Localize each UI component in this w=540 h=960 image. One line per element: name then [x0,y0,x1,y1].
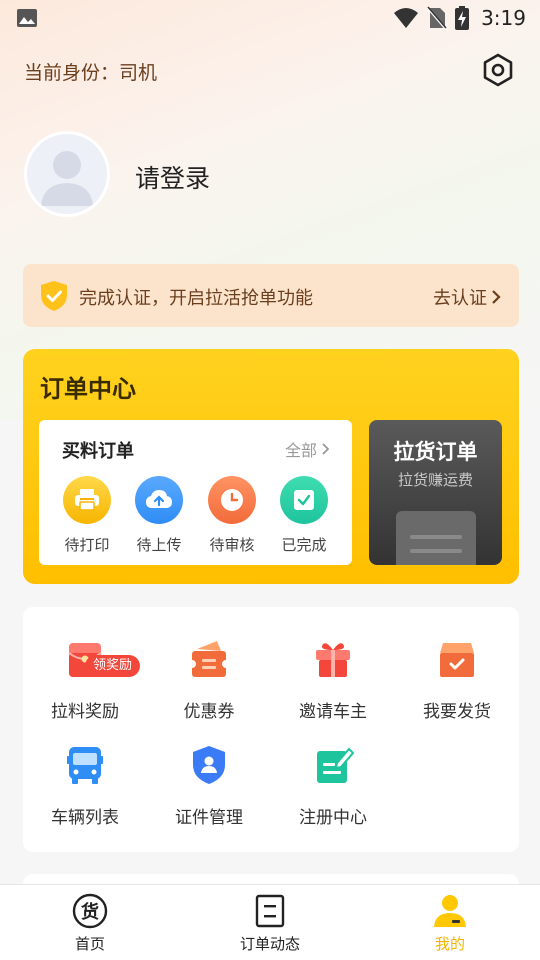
current-identity: 当前身份：司机 [24,62,158,84]
service-label: 我要发货 [423,702,491,722]
service-registration-center[interactable]: 注册中心 [271,743,395,828]
service-label: 证件管理 [175,808,243,828]
status-label: 待审核 [209,536,255,554]
login-prompt[interactable]: 请登录 [135,159,210,195]
tab-mine[interactable]: 我的 [390,893,510,954]
services-grid: 拉料奖励 领奖励 优惠券 邀请车主 我要发货 车辆列表 证件管理 注册中心 [23,607,519,852]
service-label: 优惠券 [183,702,235,722]
service-pull-reward[interactable]: 拉料奖励 领奖励 [23,637,147,722]
service-coupon[interactable]: 优惠券 [147,637,271,722]
tab-label: 我的 [434,935,465,953]
cloud-upload-icon [135,476,183,524]
order-list-icon [250,893,290,929]
avatar[interactable] [24,131,110,217]
haul-orders-card[interactable]: 拉货订单 拉货赚运费 [369,420,502,565]
service-label: 注册中心 [299,808,367,828]
service-document-management[interactable]: 证件管理 [147,743,271,828]
user-icon [430,893,470,929]
tab-label: 首页 [74,935,105,953]
go-certify-label: 去认证 [433,288,487,309]
status-pending-review[interactable]: 待审核 [200,476,264,555]
status-bar: 3:19 [0,0,540,36]
svg-text:货: 货 [81,901,99,923]
order-center-card: 订单中心 买料订单 全部 待打印 待上传 待审核 已完成 拉货订单 拉货赚运费 [23,349,519,584]
all-link-label: 全部 [284,441,317,460]
home-logo-icon: 货 [70,893,110,929]
status-pending-upload[interactable]: 待上传 [127,476,191,555]
wifi-icon [394,8,419,28]
clock: 3:19 [481,6,526,30]
tab-label: 订单动态 [239,935,300,953]
status-label: 待上传 [136,536,182,554]
status-pending-print[interactable]: 待打印 [55,476,119,555]
service-vehicle-list[interactable]: 车辆列表 [23,743,147,828]
service-invite-owner[interactable]: 邀请车主 [271,637,395,722]
material-orders-card: 买料订单 全部 待打印 待上传 待审核 已完成 [39,420,352,565]
edit-note-icon [311,743,355,787]
clock-icon [208,476,256,524]
no-sim-icon [427,6,448,30]
material-orders-all-link[interactable]: 全部 [285,437,330,461]
chevron-right-icon [492,290,501,304]
service-ship-goods[interactable]: 我要发货 [395,637,519,722]
default-avatar-icon [41,151,93,206]
check-icon [280,476,328,524]
gallery-notification-icon [17,9,37,27]
material-orders-title: 买料订单 [62,441,134,462]
battery-charging-icon [455,6,470,30]
status-completed[interactable]: 已完成 [272,476,336,555]
certification-banner[interactable]: 完成认证，开启拉活抢单功能 去认证 [23,264,519,327]
status-label: 已完成 [281,536,327,554]
tab-home[interactable]: 货 首页 [30,893,150,954]
tab-order-updates[interactable]: 订单动态 [210,893,330,954]
settings-icon[interactable] [480,52,516,88]
service-label: 拉料奖励 [51,702,119,722]
verified-shield-icon [41,281,67,311]
package-icon [435,637,479,681]
gift-icon [311,637,355,681]
coupon-icon [187,637,231,681]
id-shield-icon [187,743,231,787]
status-label: 待打印 [64,536,110,554]
service-label: 邀请车主 [299,702,367,722]
bus-icon [63,743,107,787]
go-certify-link[interactable]: 去认证 [433,284,501,310]
reward-badge: 领奖励 [85,655,141,677]
chevron-right-icon [322,443,330,455]
haul-orders-title: 拉货订单 [393,440,478,464]
certification-message: 完成认证，开启拉活抢单功能 [79,288,313,309]
service-label: 车辆列表 [51,808,119,828]
haul-orders-subtitle: 拉货赚运费 [397,471,473,489]
haul-order-illustration [396,511,476,565]
bottom-tab-bar: 货 首页 订单动态 我的 [0,884,540,960]
printer-icon [63,476,111,524]
order-center-title: 订单中心 [40,375,136,403]
